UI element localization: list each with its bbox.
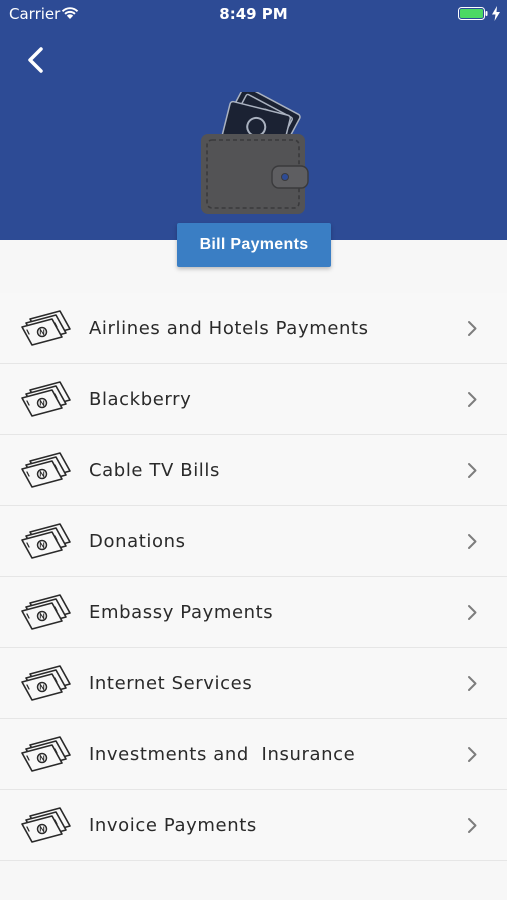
chevron-right-icon bbox=[468, 676, 477, 691]
list-item-cable-tv[interactable]: Cable TV Bills bbox=[0, 435, 507, 506]
money-bills-icon bbox=[21, 736, 71, 772]
chevron-right-icon bbox=[468, 605, 477, 620]
list-item-blackberry[interactable]: Blackberry bbox=[0, 364, 507, 435]
biller-category-list: Airlines and Hotels Payments Blackberry bbox=[0, 293, 507, 861]
status-time: 8:49 PM bbox=[219, 5, 288, 23]
chevron-right-icon bbox=[468, 534, 477, 549]
money-bills-icon bbox=[21, 310, 71, 346]
list-item-label: Cable TV Bills bbox=[89, 460, 220, 481]
chevron-right-icon bbox=[468, 747, 477, 762]
chevron-right-icon bbox=[468, 392, 477, 407]
list-item-label: Blackberry bbox=[89, 389, 192, 410]
status-bar: Carrier 8:49 PM bbox=[0, 0, 507, 28]
list-item-label: Invoice Payments bbox=[89, 815, 257, 836]
header: Carrier 8:49 PM Bill Payments bbox=[0, 0, 507, 267]
list-item-internet[interactable]: Internet Services bbox=[0, 648, 507, 719]
money-bills-icon bbox=[21, 594, 71, 630]
list-item-label: Investments and Insurance bbox=[89, 744, 356, 765]
chevron-right-icon bbox=[468, 818, 477, 833]
chevron-right-icon bbox=[468, 463, 477, 478]
money-bills-icon bbox=[21, 381, 71, 417]
list-item-label: Airlines and Hotels Payments bbox=[89, 318, 369, 339]
wallet-icon bbox=[201, 92, 309, 214]
list-item-invoice[interactable]: Invoice Payments bbox=[0, 790, 507, 861]
chevron-right-icon bbox=[468, 321, 477, 336]
list-item-label: Internet Services bbox=[89, 673, 253, 694]
money-bills-icon bbox=[21, 452, 71, 488]
battery-icon bbox=[458, 7, 488, 20]
back-button[interactable] bbox=[22, 44, 52, 76]
charging-bolt-icon bbox=[492, 6, 500, 21]
money-bills-icon bbox=[21, 665, 71, 701]
list-item-investments-insurance[interactable]: Investments and Insurance bbox=[0, 719, 507, 790]
list-item-label: Donations bbox=[89, 531, 186, 552]
bill-payments-title-button[interactable]: Bill Payments bbox=[177, 223, 331, 267]
list-item-label: Embassy Payments bbox=[89, 602, 274, 623]
list-item-embassy[interactable]: Embassy Payments bbox=[0, 577, 507, 648]
money-bills-icon bbox=[21, 523, 71, 559]
money-bills-icon bbox=[21, 807, 71, 843]
list-item-airlines-hotels[interactable]: Airlines and Hotels Payments bbox=[0, 293, 507, 364]
list-item-donations[interactable]: Donations bbox=[0, 506, 507, 577]
